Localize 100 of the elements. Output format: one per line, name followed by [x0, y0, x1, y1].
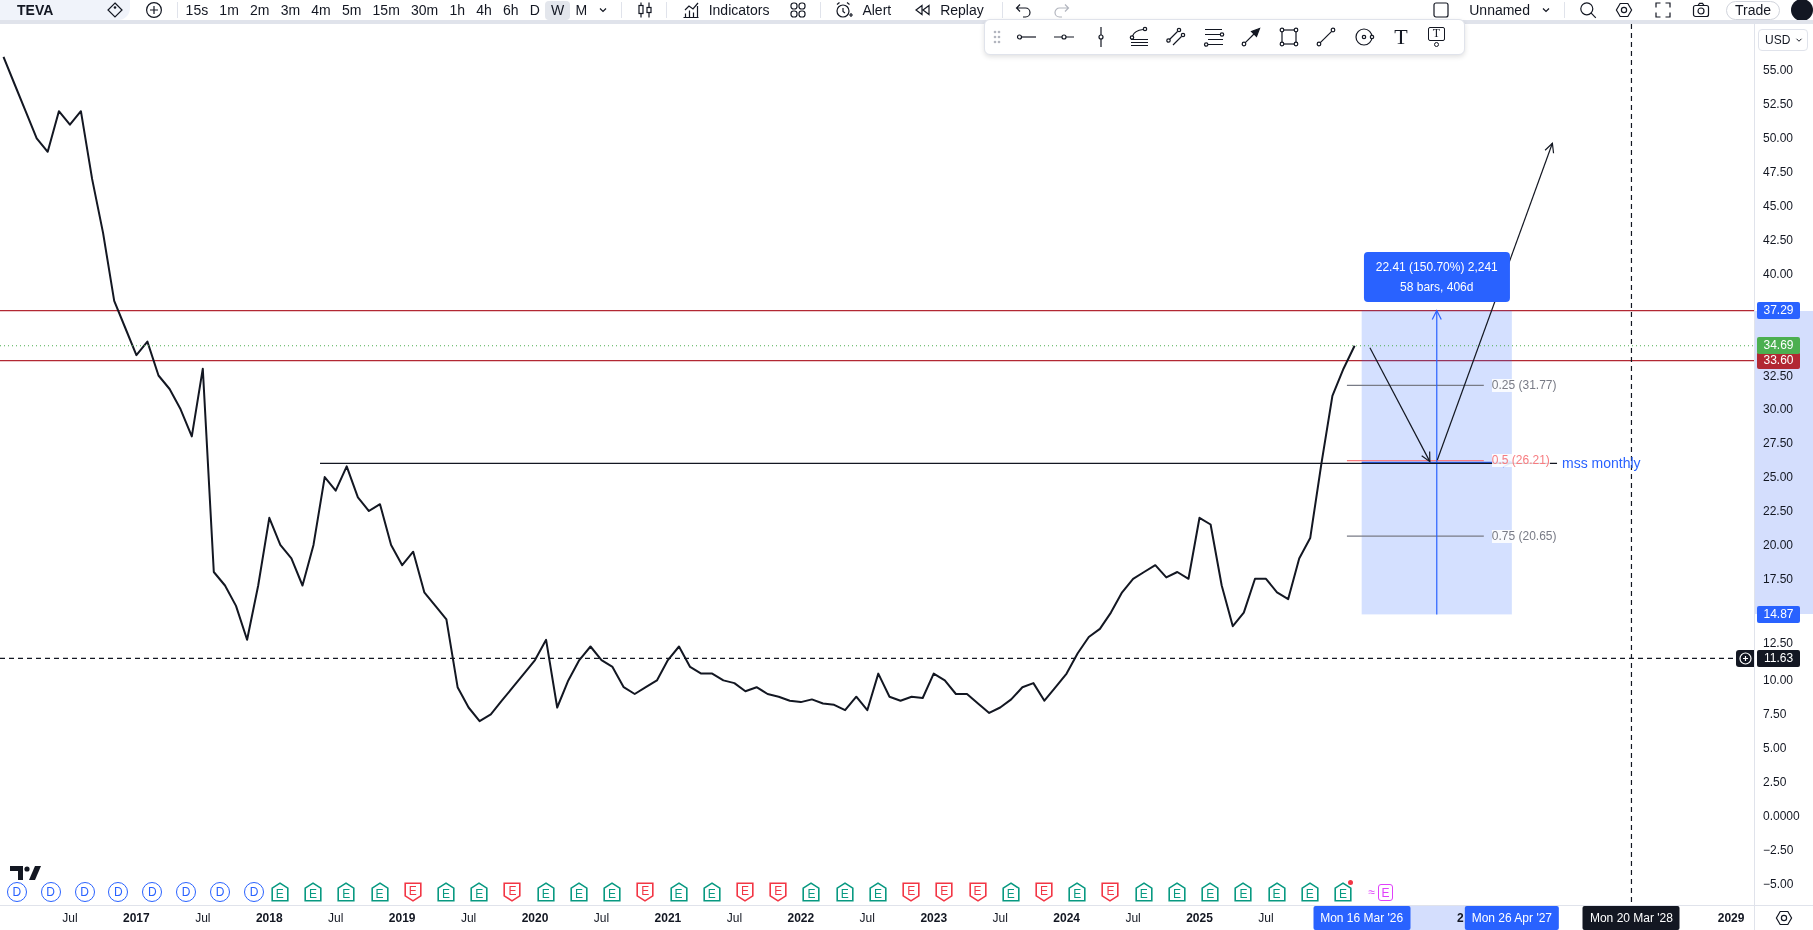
time-tick-label: Jul — [460, 911, 477, 925]
dividend-marker[interactable]: D — [6, 882, 27, 902]
earnings-marker[interactable]: E — [1035, 882, 1054, 902]
time-tick-label: Jul — [62, 911, 78, 925]
interval-tab[interactable]: 15s — [180, 0, 214, 20]
rewind-icon — [913, 1, 932, 19]
time-tick-label: Jul — [992, 911, 1008, 925]
earnings-marker[interactable]: E — [603, 882, 622, 902]
undo-icon[interactable] — [1013, 1, 1032, 19]
symbol-search-button[interactable]: TEVA — [0, 0, 130, 20]
interval-tab[interactable]: 15m — [366, 0, 406, 20]
earnings-marker[interactable]: E — [868, 882, 887, 902]
price-label: 34.69 — [1757, 337, 1800, 355]
interval-tab[interactable]: 3m — [275, 0, 306, 20]
indicators-button[interactable]: Indicators — [681, 0, 770, 20]
earnings-marker[interactable]: E — [437, 882, 455, 902]
dividend-marker[interactable]: D — [108, 882, 129, 902]
interval-tab[interactable]: 30m — [405, 0, 444, 20]
earnings-marker[interactable]: E — [769, 882, 788, 902]
earnings-marker[interactable]: E — [337, 882, 356, 902]
interval-tab[interactable]: 1m — [213, 0, 245, 20]
earnings-marker[interactable]: E — [1334, 882, 1353, 902]
dividend-marker[interactable]: D — [176, 882, 197, 902]
interval-tab[interactable]: W — [545, 0, 570, 20]
alert-button[interactable]: Alert — [835, 0, 892, 20]
settings-icon[interactable] — [1775, 909, 1793, 927]
plus-circle-icon[interactable] — [1736, 649, 1754, 667]
price-tick-label: 45.00 — [1763, 199, 1794, 213]
grid-icon[interactable] — [789, 1, 808, 19]
interval-tab[interactable]: 5m — [336, 0, 367, 20]
earnings-marker[interactable]: E — [1234, 882, 1253, 902]
dividend-marker[interactable]: D — [142, 882, 163, 902]
drag-handle-icon[interactable] — [993, 30, 1001, 44]
square-icon[interactable] — [1432, 1, 1451, 19]
horizontal-lines-icon[interactable] — [1202, 26, 1225, 48]
earnings-marker[interactable]: E — [736, 882, 754, 902]
earnings-marker[interactable]: E — [470, 882, 489, 902]
earnings-marker[interactable]: E — [1201, 882, 1220, 902]
interval-tab[interactable]: D — [524, 0, 546, 20]
dividend-marker[interactable]: D — [243, 882, 264, 902]
earnings-marker[interactable]: E — [503, 882, 522, 902]
layout-name-button[interactable]: Unnamed — [1469, 0, 1530, 20]
plus-circle-icon[interactable] — [145, 1, 163, 19]
earnings-marker[interactable]: E — [902, 882, 921, 902]
interval-tab[interactable]: 4h — [470, 0, 498, 20]
note-tool-button[interactable]: T — [1427, 26, 1446, 48]
settings-icon[interactable] — [1614, 1, 1633, 19]
earnings-marker[interactable]: E — [702, 882, 721, 902]
earnings-marker[interactable]: E — [968, 882, 987, 902]
earnings-marker[interactable]: E — [1167, 882, 1186, 902]
interval-tab[interactable]: 1h — [443, 0, 471, 20]
price-tick-label: 52.50 — [1763, 97, 1794, 112]
camera-icon[interactable] — [1691, 1, 1710, 19]
earnings-marker[interactable]: E — [1101, 882, 1120, 902]
dividend-marker[interactable]: D — [74, 882, 95, 902]
date-label: Mon 26 Apr '27 — [1464, 906, 1559, 930]
arrow-icon[interactable] — [1240, 26, 1262, 48]
search-icon[interactable] — [1578, 1, 1597, 19]
interval-tab[interactable]: M — [569, 0, 593, 20]
rectangle-icon[interactable] — [1277, 26, 1300, 48]
interval-tab[interactable]: 6h — [497, 0, 525, 20]
earnings-marker[interactable]: E — [935, 882, 954, 902]
earnings-marker[interactable]: E — [304, 882, 323, 902]
candlestick-icon[interactable] — [635, 1, 654, 19]
price-tick-label: 30.00 — [1763, 402, 1794, 417]
earnings-marker[interactable]: E — [1267, 882, 1286, 902]
dividend-marker[interactable]: D — [210, 882, 231, 902]
diamond-icon[interactable] — [106, 1, 124, 19]
time-tick-label: 2 — [1457, 911, 1464, 925]
interval-tab[interactable]: 2m — [244, 0, 276, 20]
channel-icon[interactable] — [1165, 26, 1187, 48]
earnings-marker[interactable]: E — [270, 882, 289, 902]
earnings-marker[interactable]: E — [636, 882, 655, 902]
time-tick-label: Jul — [195, 911, 211, 925]
trend-line-icon[interactable] — [1315, 26, 1337, 48]
stacked-lines-icon[interactable] — [1127, 26, 1150, 48]
currency-dropdown[interactable]: USD — [1758, 29, 1808, 51]
time-tick-label: Jul — [859, 911, 875, 925]
earnings-marker[interactable]: E — [370, 882, 389, 902]
time-tick-label: 2023 — [920, 911, 948, 925]
earnings-marker[interactable]: E — [1134, 882, 1153, 902]
earnings-marker[interactable]: E — [1378, 884, 1394, 901]
fullscreen-icon[interactable] — [1653, 1, 1672, 19]
dividend-marker[interactable]: D — [40, 882, 61, 902]
earnings-marker[interactable]: E — [1001, 882, 1020, 902]
avatar-icon[interactable] — [1791, 0, 1813, 20]
replay-button[interactable]: Replay — [913, 0, 984, 20]
text-tool-button[interactable]: T — [1390, 26, 1412, 48]
earnings-marker[interactable]: E — [802, 882, 821, 902]
time-tick-label: 2021 — [654, 911, 682, 925]
earnings-marker[interactable]: E — [403, 882, 422, 902]
interval-tab[interactable]: 4m — [305, 0, 337, 20]
earnings-marker[interactable]: E — [669, 882, 688, 902]
time-tick-label: 2019 — [388, 911, 416, 925]
circle-icon[interactable] — [1352, 26, 1375, 48]
earnings-marker[interactable]: E — [536, 882, 555, 902]
earnings-marker[interactable]: E — [1068, 882, 1087, 902]
earnings-marker[interactable]: E — [1300, 882, 1319, 902]
earnings-marker[interactable]: E — [569, 882, 588, 902]
earnings-marker[interactable]: E — [835, 882, 854, 902]
